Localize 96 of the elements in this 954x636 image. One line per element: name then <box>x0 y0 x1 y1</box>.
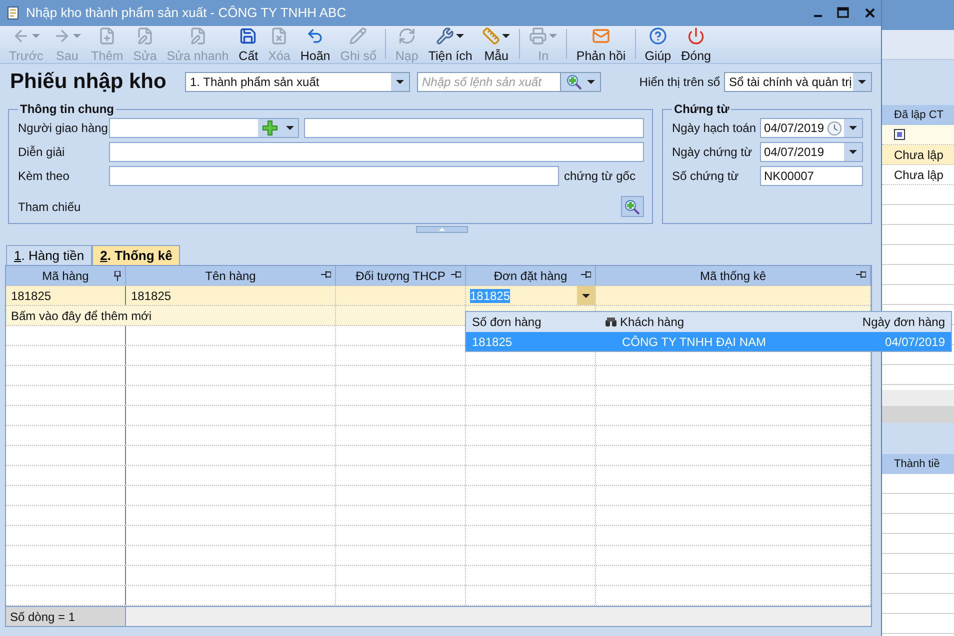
input-field[interactable]: NK00007 <box>760 166 863 186</box>
pin-icon[interactable] <box>451 271 461 278</box>
table-cell: Chưa lập <box>894 148 944 162</box>
window-title: Nhập kho thành phẩm sản xuất - CÔNG TY TNHH ABC <box>26 5 348 20</box>
field-label: Ngày chứng từ <box>672 145 754 159</box>
caret-icon <box>73 34 82 38</box>
field-label: Tham chiếu <box>18 200 82 214</box>
search-plus-icon <box>566 74 582 90</box>
printer-icon <box>529 26 548 45</box>
wrench-icon <box>436 26 454 45</box>
app-icon <box>6 6 20 20</box>
toolbar-button[interactable]: Cất <box>234 26 264 63</box>
column-header[interactable]: Đã lập CT <box>882 105 954 125</box>
field-label: Số chứng từ <box>672 169 740 183</box>
field-label: Diễn giải <box>18 145 66 159</box>
pin-icon[interactable] <box>856 271 866 278</box>
file-pen-icon <box>188 26 207 45</box>
checkbox-icon[interactable] <box>894 129 905 140</box>
deliverer-field[interactable] <box>109 118 299 138</box>
reference-button[interactable] <box>620 196 644 217</box>
date-field[interactable]: 04/07/2019 <box>760 142 863 162</box>
group-title: Thông tin chung <box>19 102 115 116</box>
binoculars-icon <box>605 317 617 327</box>
plus-icon <box>262 120 278 136</box>
book-select[interactable]: Sổ tài chính và quản trị <box>724 72 872 92</box>
new-row-hint[interactable]: Bấm vào đây để thêm mới <box>11 308 152 322</box>
field-label: Người giao hàng <box>18 121 109 135</box>
table-row[interactable]: Chưa lập <box>882 145 954 165</box>
input-field[interactable] <box>109 166 559 186</box>
row-count: Số dòng = 1 <box>6 607 126 626</box>
caret-icon <box>849 150 857 154</box>
file-x-icon <box>270 26 288 45</box>
list-cell-text: 181825 <box>471 334 514 348</box>
input-field[interactable] <box>109 142 644 162</box>
toolbar-button[interactable]: Hoãn <box>295 26 336 63</box>
table-cell: 181825 <box>11 288 52 302</box>
date-field[interactable]: 04/07/2019 <box>760 118 863 138</box>
caret-icon <box>587 80 596 84</box>
caret-icon <box>456 34 464 38</box>
table-cell: Chưa lập <box>894 168 944 182</box>
field-label: chứng từ gốc <box>564 169 636 183</box>
type-select[interactable]: 1. Thành phẩm sản xuất <box>185 72 410 92</box>
caret-icon <box>286 126 294 130</box>
group-title: Chứng từ <box>672 102 730 116</box>
refresh-icon <box>398 26 416 45</box>
list-cell-text: 04/07/2019 <box>884 334 946 348</box>
search-plus-icon <box>624 198 640 214</box>
background-toolbar <box>882 30 954 60</box>
input-field[interactable] <box>304 118 644 138</box>
caret-icon <box>32 34 40 38</box>
toolbar-button[interactable]: Giúp <box>640 26 676 63</box>
toolbar-button[interactable]: Đóng <box>676 26 716 63</box>
pin-icon[interactable] <box>581 271 591 278</box>
search-field[interactable]: Nhập số lệnh sản xuất <box>417 72 561 92</box>
tab[interactable]: 1. Hàng tiền <box>6 245 92 265</box>
table-row[interactable]: 181825 181825 181825 <box>6 286 871 306</box>
clock-icon[interactable] <box>826 120 842 136</box>
save-icon <box>239 26 258 45</box>
caret-up-icon <box>439 228 445 231</box>
summary-bar <box>882 390 954 406</box>
mail-icon <box>592 26 610 45</box>
pin-icon[interactable] <box>114 271 121 281</box>
table-row[interactable]: Chưa lập <box>882 165 954 185</box>
maximize-icon[interactable] <box>837 7 849 18</box>
tab[interactable]: 2. Thống kê <box>92 245 180 265</box>
help-icon <box>648 26 667 45</box>
column-header[interactable]: Ngày đơn hàng <box>841 315 951 329</box>
field-label: Ngày hạch toán <box>672 121 757 135</box>
file-pen-icon <box>136 26 154 45</box>
column-header[interactable]: Số đơn hàng <box>466 315 599 329</box>
toolbar-button[interactable]: Tiện ích <box>423 26 478 63</box>
caret-icon <box>396 80 404 84</box>
field-label: Kèm theo <box>18 169 70 183</box>
column-header[interactable]: Thành tiề <box>882 454 954 474</box>
caret-icon <box>582 294 590 298</box>
scrollbar-track <box>882 406 954 423</box>
table-cell: 181825 <box>131 288 172 302</box>
column-header[interactable]: Khách hàng <box>599 315 841 329</box>
close-icon[interactable] <box>865 8 875 18</box>
undo-icon <box>306 26 324 45</box>
caret-icon <box>849 126 857 130</box>
form-title: Phiếu nhập kho <box>10 70 168 94</box>
ruler-icon <box>482 26 500 45</box>
file-plus-icon <box>98 26 116 45</box>
collapse-handle[interactable] <box>416 226 468 233</box>
pencil-icon <box>349 26 368 45</box>
power-icon <box>687 26 706 45</box>
caret-icon <box>549 34 558 38</box>
toolbar-button[interactable]: Mẫu <box>477 26 516 63</box>
field-label: Hiển thị trên sổ <box>639 75 720 89</box>
list-cell-text: CÔNG TY TNHH ĐẠI NAM <box>621 334 768 348</box>
pin-icon[interactable] <box>321 271 331 278</box>
caret-icon <box>502 34 510 38</box>
caret-icon <box>858 80 866 84</box>
toolbar-button[interactable]: Phản hồi <box>571 26 631 63</box>
search-button[interactable] <box>561 72 601 92</box>
